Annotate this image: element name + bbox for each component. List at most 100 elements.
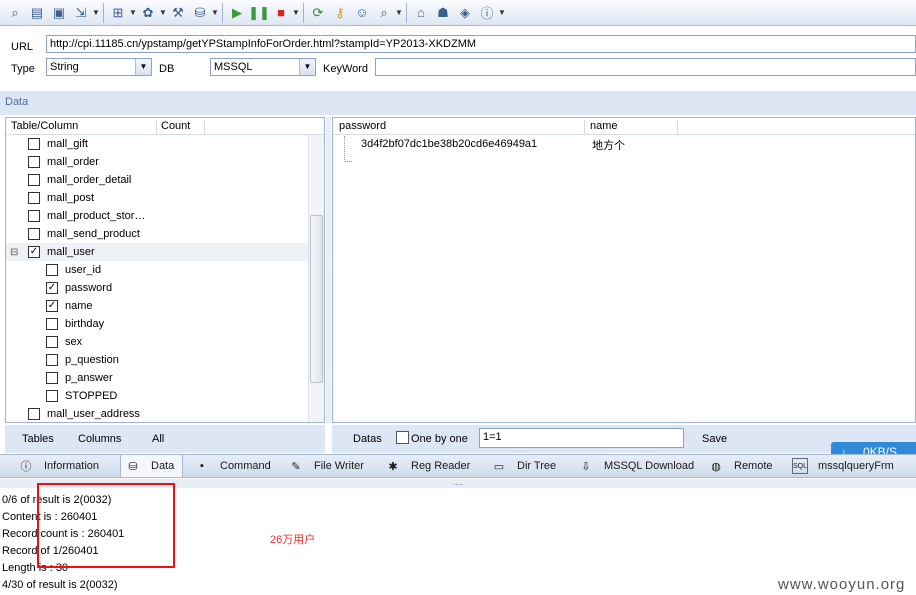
- dropdown-arrow-icon[interactable]: ▼: [292, 8, 300, 17]
- tree-checkbox[interactable]: ✓: [28, 246, 40, 258]
- tree-checkbox[interactable]: ✓: [46, 300, 58, 312]
- database-icon[interactable]: ⛁: [189, 2, 211, 24]
- table-column-header[interactable]: Table/Column: [11, 120, 78, 132]
- tree-checkbox[interactable]: [46, 354, 58, 366]
- bottom-tab-bar: ⓘ Information ⛁ Data ▪ Command ✎ File Writer ✱ Re…: [0, 454, 916, 478]
- bug-icon[interactable]: ☗: [432, 2, 454, 24]
- package-icon[interactable]: ◈: [454, 2, 476, 24]
- tree-checkbox[interactable]: ✓: [46, 282, 58, 294]
- collapse-icon[interactable]: ⊟: [6, 247, 28, 258]
- tab-data[interactable]: ⛁ Data: [120, 455, 184, 477]
- pause-icon[interactable]: ❚❚: [248, 2, 270, 24]
- tree-item-label: mall_gift: [47, 138, 88, 150]
- tree-item[interactable]: p_question: [6, 351, 308, 369]
- filter-input[interactable]: 1=1: [479, 428, 684, 448]
- home-icon[interactable]: ⌂: [410, 2, 432, 24]
- tree-checkbox[interactable]: [28, 210, 40, 222]
- tree-checkbox[interactable]: [46, 372, 58, 384]
- key-icon[interactable]: ⚷: [329, 2, 351, 24]
- one-by-one-checkbox[interactable]: [396, 431, 409, 444]
- save-button[interactable]: Save: [702, 433, 727, 445]
- refresh-icon[interactable]: ⟳: [307, 2, 329, 24]
- tab-label: File Writer: [314, 460, 364, 472]
- tree-checkbox[interactable]: [46, 318, 58, 330]
- url-input[interactable]: http://cpi.11185.cn/ypstamp/getYPStampIn…: [46, 35, 916, 53]
- tree-checkbox[interactable]: [28, 138, 40, 150]
- search-icon[interactable]: ⌕: [373, 2, 395, 24]
- tree-checkbox[interactable]: [46, 336, 58, 348]
- tree-item-label: password: [65, 282, 113, 294]
- tree-checkbox[interactable]: [28, 174, 40, 186]
- magnifier-icon[interactable]: ⌕: [4, 2, 26, 24]
- dropdown-arrow-icon[interactable]: ▼: [129, 8, 137, 17]
- tree-scrollbar[interactable]: [308, 135, 324, 422]
- pane-splitter[interactable]: [326, 117, 331, 423]
- tree-item[interactable]: mall_user_address: [6, 405, 308, 423]
- tab-information[interactable]: ⓘ Information: [18, 455, 100, 477]
- all-button[interactable]: All: [152, 433, 164, 445]
- settings-icon[interactable]: ✿: [137, 2, 159, 24]
- tree-checkbox[interactable]: [28, 156, 40, 168]
- tab-remote[interactable]: ◍ Remote: [708, 455, 772, 477]
- tree-item[interactable]: sex: [6, 333, 308, 351]
- toolbar-separator: [406, 2, 407, 23]
- tab-dir-tree[interactable]: ▭ Dir Tree: [491, 455, 556, 477]
- tree-item[interactable]: ✓ name: [6, 297, 308, 315]
- keyword-input[interactable]: [375, 58, 916, 76]
- dropdown-arrow-icon[interactable]: ▼: [159, 8, 167, 17]
- count-column-header[interactable]: Count: [156, 120, 190, 135]
- tree-item[interactable]: mall_order: [6, 153, 308, 171]
- folder-icon[interactable]: ▤: [26, 2, 48, 24]
- tree-item[interactable]: ✓ password: [6, 279, 308, 297]
- play-icon[interactable]: ▶: [226, 2, 248, 24]
- dropdown-arrow-icon[interactable]: ▼: [498, 8, 506, 17]
- dropdown-arrow-icon[interactable]: ▼: [92, 8, 100, 17]
- tree-item[interactable]: p_answer: [6, 369, 308, 387]
- export-icon[interactable]: ⇲: [70, 2, 92, 24]
- tree-item[interactable]: mall_order_detail: [6, 171, 308, 189]
- tab-command[interactable]: ▪ Command: [194, 455, 271, 477]
- wrench-icon[interactable]: ⚒: [167, 2, 189, 24]
- password-column-header[interactable]: password: [339, 120, 386, 132]
- dropdown-arrow-icon[interactable]: ▼: [211, 8, 219, 17]
- tree-checkbox[interactable]: [28, 192, 40, 204]
- tree-item[interactable]: ⊟ ✓ mall_user: [6, 243, 308, 261]
- stop-icon[interactable]: ■: [270, 2, 292, 24]
- dropdown-arrow-icon[interactable]: ▼: [395, 8, 403, 17]
- tree-checkbox[interactable]: [46, 264, 58, 276]
- download-icon: ⇩: [581, 460, 591, 473]
- tree-item[interactable]: birthday: [6, 315, 308, 333]
- type-label: Type: [11, 63, 35, 75]
- name-column-header[interactable]: name: [584, 120, 618, 135]
- tree-item[interactable]: mall_product_stor…: [6, 207, 308, 225]
- db-select[interactable]: MSSQL ▼: [210, 58, 316, 76]
- import-icon[interactable]: ⊞: [107, 2, 129, 24]
- chevron-down-icon[interactable]: ▼: [299, 59, 315, 75]
- columns-button[interactable]: Columns: [78, 433, 121, 445]
- tree-item[interactable]: mall_gift: [6, 135, 308, 153]
- tree-item[interactable]: mall_post: [6, 189, 308, 207]
- tree-item[interactable]: STOPPED: [6, 387, 308, 405]
- tree-checkbox[interactable]: [28, 408, 40, 420]
- user-icon[interactable]: ☺: [351, 2, 373, 24]
- tree-checkbox[interactable]: [28, 228, 40, 240]
- chevron-down-icon[interactable]: ▼: [135, 59, 151, 75]
- one-by-one-label: One by one: [411, 433, 468, 445]
- scrollbar-thumb[interactable]: [310, 215, 323, 383]
- tab-file-writer[interactable]: ✎ File Writer: [288, 455, 364, 477]
- type-select[interactable]: String ▼: [46, 58, 152, 76]
- result-column-header: password name: [333, 118, 915, 135]
- tree-item[interactable]: mall_send_product: [6, 225, 308, 243]
- tables-button[interactable]: Tables: [22, 433, 54, 445]
- tree-item-label: sex: [65, 336, 83, 348]
- info-icon[interactable]: ⓘ: [476, 2, 498, 24]
- tree-checkbox[interactable]: [46, 390, 58, 402]
- tab-label: Dir Tree: [517, 460, 557, 472]
- save-icon[interactable]: ▣: [48, 2, 70, 24]
- tree-item[interactable]: user_id: [6, 261, 308, 279]
- tab-mssql-download[interactable]: ⇩ MSSQL Download: [578, 455, 694, 477]
- tab-label: Command: [220, 460, 271, 472]
- table-row[interactable]: 3d4f2bf07dc1be38b20cd6e46949a1: [361, 138, 537, 150]
- tab-mssqlqueryfrm[interactable]: SQL mssqlqueryFrm: [792, 455, 894, 477]
- tab-reg-reader[interactable]: ✱ Reg Reader: [385, 455, 470, 477]
